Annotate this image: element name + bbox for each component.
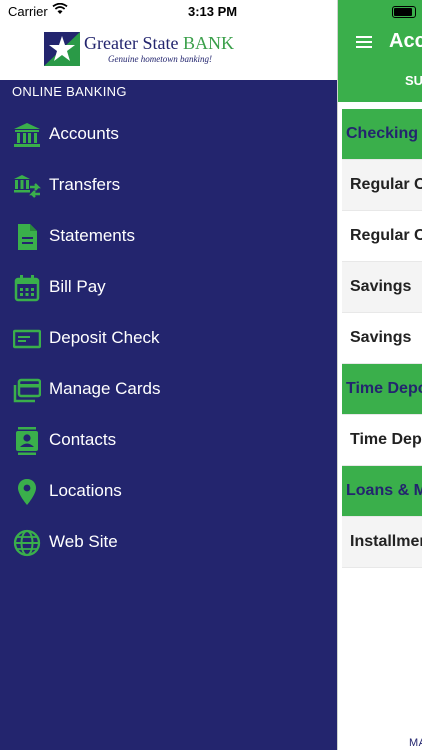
menu-item-deposit-check[interactable]: Deposit Check: [0, 313, 337, 364]
wifi-icon: [52, 2, 68, 18]
bank-name: Greater State BANK: [84, 33, 234, 54]
menu-item-label: Accounts: [49, 124, 119, 143]
brand-header: Greater State BANK Genuine hometown bank…: [0, 24, 337, 80]
bank-name-main: Greater State: [84, 33, 179, 53]
menu-section-title: ONLINE BANKING: [12, 84, 127, 99]
menu-item-bill-pay[interactable]: Bill Pay: [0, 262, 337, 313]
account-name: Installmen: [350, 533, 422, 550]
bank-icon: [14, 123, 40, 147]
bank-logo-icon: [44, 32, 80, 66]
menu-item-label: Web Site: [49, 532, 118, 551]
section-header-label: Checking: [346, 125, 419, 142]
accounts-list: Checking Regular C Regular C Savings Sav…: [342, 109, 422, 568]
bank-name-accent: BANK: [182, 33, 234, 53]
location-pin-icon: [18, 479, 36, 505]
menu-item-label: Statements: [49, 226, 135, 245]
menu-item-accounts[interactable]: Accounts: [0, 109, 337, 160]
document-icon: [18, 224, 37, 250]
menu-item-label: Deposit Check: [49, 328, 160, 347]
account-row[interactable]: Time Dep: [342, 415, 422, 466]
menu-item-label: Manage Cards: [49, 379, 161, 398]
status-bar: Carrier 3:13 PM: [0, 0, 337, 24]
tab-bar-item[interactable]: MA: [409, 737, 422, 749]
menu-item-label: Locations: [49, 481, 122, 500]
menu-item-web-site[interactable]: Web Site: [0, 517, 337, 568]
menu-item-statements[interactable]: Statements: [0, 211, 337, 262]
battery-icon: [392, 6, 416, 18]
account-row[interactable]: Savings: [342, 262, 422, 313]
menu-item-label: Bill Pay: [49, 277, 106, 296]
transfer-icon: [14, 175, 41, 198]
section-header-loans: Loans & M: [342, 466, 422, 517]
cards-icon: [13, 378, 41, 403]
globe-icon: [13, 529, 41, 557]
menu-item-locations[interactable]: Locations: [0, 466, 337, 517]
check-icon: [13, 329, 41, 349]
carrier-label: Carrier: [8, 4, 48, 19]
side-menu: ONLINE BANKING Accounts Transfers Statem…: [0, 80, 337, 750]
screen-title: Acc: [389, 30, 422, 52]
section-header-time-deposits: Time Depo: [342, 364, 422, 415]
account-name: Savings: [350, 329, 412, 346]
contact-icon: [16, 427, 38, 455]
account-row[interactable]: Installmen: [342, 517, 422, 568]
section-header-label: Time Depo: [346, 380, 422, 397]
menu-item-label: Contacts: [49, 430, 117, 449]
nav-bar: Acc SU: [338, 0, 422, 102]
tab-summary[interactable]: SU: [405, 73, 422, 88]
account-row[interactable]: Savings: [342, 313, 422, 364]
menu-icon[interactable]: [356, 36, 372, 48]
bank-tagline: Genuine hometown banking!: [108, 54, 212, 64]
section-header-checking: Checking: [342, 109, 422, 160]
account-name: Regular C: [350, 227, 422, 244]
account-row[interactable]: Regular C: [342, 211, 422, 262]
background-accounts-screen[interactable]: Acc SU Checking Regular C Regular C Savi…: [337, 0, 422, 750]
account-row[interactable]: Regular C: [342, 160, 422, 211]
calendar-icon: [14, 275, 40, 302]
account-name: Time Dep: [350, 431, 422, 448]
menu-item-label: Transfers: [49, 175, 121, 194]
menu-item-transfers[interactable]: Transfers: [0, 160, 337, 211]
clock: 3:13 PM: [188, 4, 238, 19]
account-name: Savings: [350, 278, 412, 295]
account-name: Regular C: [350, 176, 422, 193]
section-header-label: Loans & M: [346, 482, 422, 499]
menu-item-contacts[interactable]: Contacts: [0, 415, 337, 466]
menu-item-manage-cards[interactable]: Manage Cards: [0, 364, 337, 415]
